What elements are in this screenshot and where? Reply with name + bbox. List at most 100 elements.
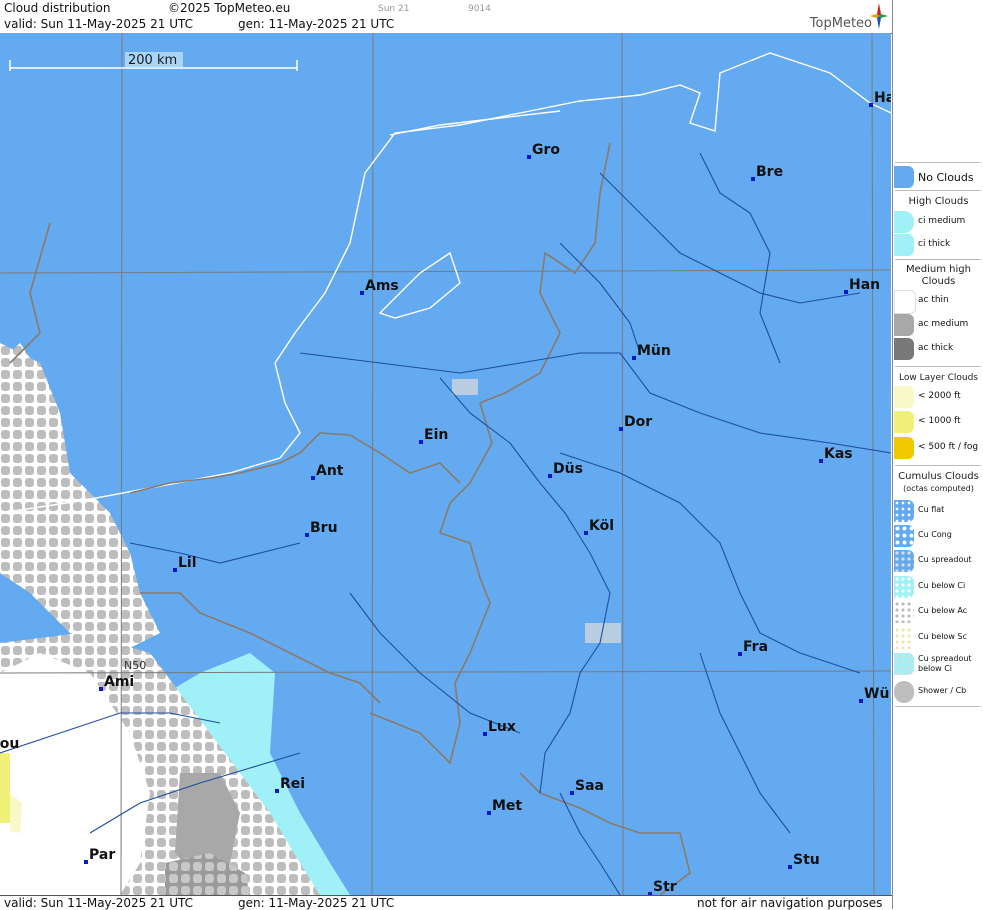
city-str: Str: [648, 879, 677, 895]
city-rou: Rou: [0, 736, 19, 752]
cu-flat-swatch: [894, 500, 914, 522]
city-marker: [869, 103, 873, 107]
logo-text: TopMeteo: [809, 16, 872, 31]
city-label: Lux: [488, 719, 516, 735]
city-wu: Wü: [859, 686, 889, 703]
city-mun: Mün: [632, 343, 671, 360]
mid-heading-line2: Clouds: [921, 276, 956, 287]
cu-heading-line2: (octas computed): [903, 484, 974, 493]
city-marker: [527, 155, 531, 159]
city-marker: [738, 652, 742, 656]
legend-cu-cong: Cu Cong: [893, 525, 983, 549]
map-header: Cloud distribution ©2025 TopMeteo.eu Sun…: [0, 0, 892, 34]
city-label: Ant: [316, 463, 344, 479]
city-label: Ams: [365, 278, 399, 294]
city-marker: [483, 732, 487, 736]
legend-low-heading: Low Layer Clouds: [899, 373, 978, 383]
footer-gen: gen: 11-May-2025 21 UTC: [238, 896, 395, 910]
legend-cu-flat: Cu flat: [893, 500, 983, 524]
coastline: [0, 52, 891, 514]
low-500-swatch: [894, 437, 914, 459]
small-code: 9014: [468, 4, 491, 14]
city-kas: Kas: [819, 446, 853, 463]
ac-thick-swatch: [894, 338, 914, 360]
legend-ac-thick: ac thick: [893, 338, 983, 362]
city-stu: Stu: [788, 852, 820, 869]
scale-bar: 200 km: [9, 52, 298, 71]
grid-label-n50: N50: [124, 659, 146, 672]
legend-cu-below-ci: Cu below Ci: [893, 576, 983, 600]
city-marker: [548, 474, 552, 478]
city-marker: [619, 427, 623, 431]
city-fra: Fra: [738, 639, 768, 656]
city-kol: Köl: [584, 518, 614, 535]
city-label: Met: [492, 798, 522, 814]
legend-cu-below-ac: Cu below Ac: [893, 601, 983, 625]
city-par: Par: [84, 847, 115, 864]
city-label: Ami: [104, 674, 134, 690]
city-label: Kas: [824, 446, 853, 462]
cu-patch-nl: [452, 379, 478, 395]
city-marker: [305, 533, 309, 537]
city-label: Ein: [424, 427, 448, 443]
no-clouds-swatch: [894, 166, 914, 188]
legend-cu-spread: Cu spreadout: [893, 550, 983, 574]
compass-icon: [870, 3, 888, 29]
city-label: Rei: [280, 776, 305, 792]
mid-heading-line1: Medium high: [906, 264, 971, 275]
city-marker: [84, 860, 88, 864]
legend-separator: [895, 366, 981, 367]
city-marker: [751, 177, 755, 181]
city-label: Fra: [743, 639, 768, 655]
city-marker: [419, 440, 423, 444]
city-saa: Saa: [570, 778, 604, 795]
city-label: Bre: [756, 164, 783, 180]
footer-valid: valid: Sun 11-May-2025 21 UTC: [4, 896, 193, 910]
legend-ci-thick: ci thick: [893, 234, 983, 258]
generated-time: gen: 11-May-2025 21 UTC: [238, 17, 395, 31]
city-rei: Rei: [275, 776, 305, 793]
city-label: Saa: [575, 778, 604, 794]
cu-cong-swatch: [894, 525, 914, 547]
legend-separator: [895, 162, 981, 163]
cu-heading-line1: Cumulus Clouds: [898, 471, 979, 482]
topmeteo-logo[interactable]: TopMeteo: [788, 3, 888, 31]
city-label: Par: [89, 847, 115, 863]
legend-panel: No Clouds High Clouds ci medium ci thick…: [892, 0, 983, 909]
city-marker: [487, 811, 491, 815]
city-label: Lil: [178, 555, 197, 571]
cu-below-sc-swatch: [894, 627, 914, 649]
legend-no-clouds: No Clouds: [893, 166, 983, 190]
footer-note: not for air navigation purposes: [697, 896, 883, 910]
ci-medium-swatch: [894, 211, 914, 233]
city-bre: Bre: [751, 164, 783, 181]
city-lil: Lil: [173, 555, 197, 572]
ac-medium-swatch: [894, 314, 914, 336]
cloud-map[interactable]: N50 200 km Gro Bre Ha Ams Han Mün Dor Ei…: [0, 33, 891, 895]
city-dus: Düs: [548, 461, 583, 478]
city-marker: [584, 531, 588, 535]
city-label: Bru: [310, 520, 338, 536]
city-label: Rou: [0, 736, 19, 752]
small-day: Sun 21: [378, 4, 410, 14]
legend-separator: [895, 190, 981, 191]
cloud-areas: [0, 343, 621, 895]
city-label: Köl: [589, 518, 614, 534]
legend-separator: [895, 706, 981, 707]
legend-ci-medium: ci medium: [893, 211, 983, 235]
low-2000-swatch: [894, 386, 914, 408]
cu-below-ac-swatch: [894, 601, 914, 623]
legend-cu-below-sc: Cu below Sc: [893, 627, 983, 651]
cu-spread-ci-swatch: [894, 653, 914, 675]
legend-cu-spread-ci: Cu spreadout below Ci: [893, 653, 983, 677]
city-gro: Gro: [527, 142, 560, 159]
legend-separator: [895, 259, 981, 260]
map-canvas: N50 200 km GroBreHaAms HanMünDorEinAnt D…: [0, 33, 891, 895]
city-ami: Ami: [99, 674, 134, 691]
city-ant: Ant: [311, 463, 344, 480]
city-marker: [819, 459, 823, 463]
city-ams: Ams: [360, 278, 399, 295]
legend-ac-thin: ac thin: [893, 290, 983, 314]
city-label: Str: [653, 879, 677, 895]
city-label: Dor: [624, 414, 652, 430]
